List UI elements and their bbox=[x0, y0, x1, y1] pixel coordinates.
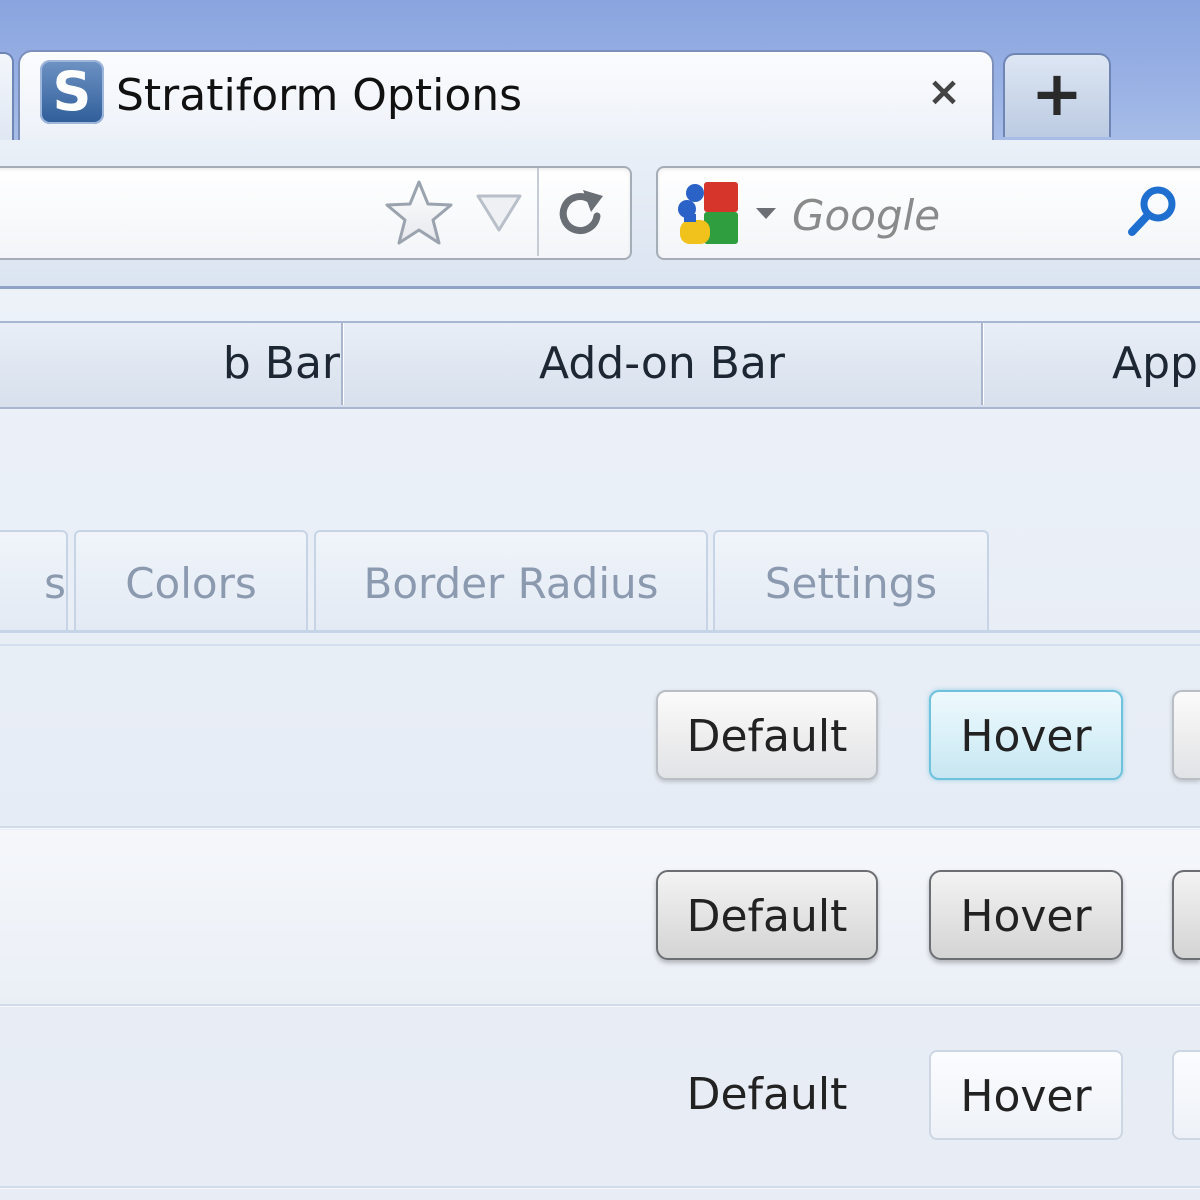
reload-icon[interactable] bbox=[553, 186, 609, 242]
row3-hover-button[interactable]: Hover bbox=[929, 1050, 1123, 1140]
row1-hover-button[interactable]: Hover bbox=[929, 690, 1123, 780]
subtab-settings[interactable]: Settings bbox=[713, 530, 989, 632]
subtab-border-radius[interactable]: Border Radius bbox=[314, 530, 708, 632]
url-bar-divider bbox=[537, 168, 539, 256]
row2-default-button[interactable]: Default bbox=[656, 870, 878, 960]
row1-default-button[interactable]: Default bbox=[656, 690, 878, 780]
category-tab-tab-bar[interactable]: b Bar bbox=[0, 323, 340, 405]
new-tab-button[interactable]: + bbox=[1003, 53, 1111, 137]
subtab-baseline bbox=[0, 630, 1200, 633]
row3-pressed-button[interactable] bbox=[1172, 1050, 1200, 1140]
tab-close-button[interactable]: × bbox=[922, 68, 966, 116]
row2-pressed-button[interactable] bbox=[1172, 870, 1200, 960]
row1-pressed-button[interactable] bbox=[1172, 690, 1200, 780]
tab-title: Stratiform Options bbox=[116, 70, 523, 121]
row-separator bbox=[0, 826, 1200, 828]
triangle-down-icon[interactable] bbox=[474, 192, 524, 234]
row-separator bbox=[0, 1004, 1200, 1006]
subtab-colors[interactable]: Colors bbox=[74, 530, 308, 632]
subtab-panel-top bbox=[0, 644, 1200, 646]
category-tab-app-button[interactable]: App bbox=[1112, 323, 1200, 405]
magnifier-icon[interactable] bbox=[1126, 182, 1182, 238]
engine-dropdown-icon[interactable] bbox=[755, 206, 777, 220]
stratiform-favicon-icon: S bbox=[40, 60, 104, 124]
row2-hover-button[interactable]: Hover bbox=[929, 870, 1123, 960]
category-tab-addon-bar[interactable]: Add-on Bar bbox=[343, 323, 981, 405]
row3-default-button[interactable]: Default bbox=[656, 1050, 878, 1140]
google-icon[interactable] bbox=[676, 180, 742, 246]
star-icon[interactable] bbox=[384, 178, 454, 248]
row-separator bbox=[0, 1186, 1200, 1188]
search-input-placeholder[interactable]: Google bbox=[792, 188, 940, 244]
subtab-previous[interactable]: s bbox=[0, 530, 68, 632]
category-separator bbox=[981, 323, 983, 405]
tab-previous-edge[interactable] bbox=[0, 52, 14, 146]
